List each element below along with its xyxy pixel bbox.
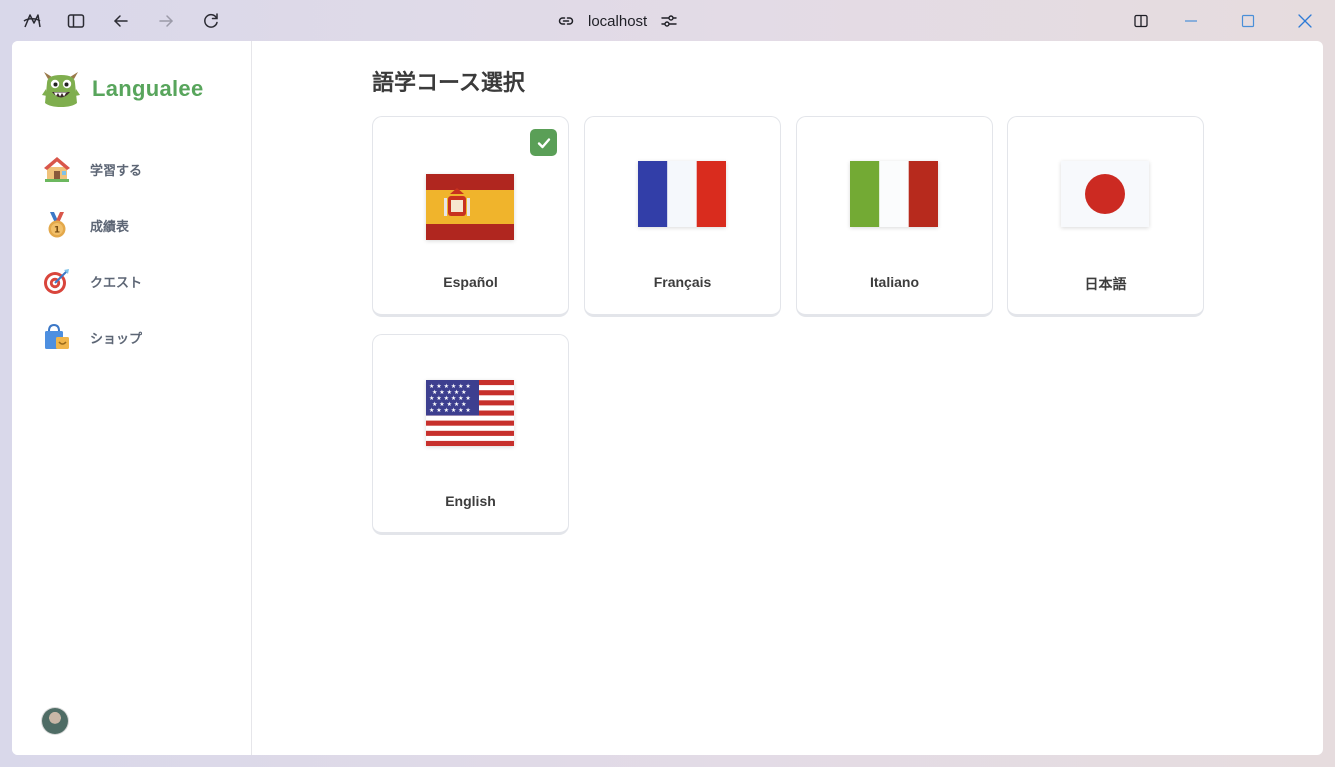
course-card-french[interactable]: Français <box>584 116 781 317</box>
sidebar-item-learn[interactable]: 学習する <box>42 141 232 197</box>
link-icon <box>556 11 576 31</box>
france-flag-icon <box>638 161 726 227</box>
browser-logo-icon[interactable] <box>20 9 44 33</box>
brand[interactable]: Langualee <box>42 69 204 109</box>
avatar[interactable] <box>42 708 68 734</box>
svg-text:1: 1 <box>54 226 60 236</box>
url-text[interactable]: localhost <box>588 13 647 30</box>
shopping-bag-icon <box>42 322 72 352</box>
house-icon <box>42 154 72 184</box>
course-label: Français <box>653 274 712 290</box>
minimize-icon[interactable] <box>1179 9 1203 33</box>
course-card-italian[interactable]: Italiano <box>796 116 993 317</box>
course-label: 日本語 <box>1084 276 1127 292</box>
sidebar-toggle-icon[interactable] <box>64 9 88 33</box>
site-settings-icon[interactable] <box>659 11 679 31</box>
course-card-english[interactable]: ★ ★ ★ ★ ★ ★ ★ ★ ★ ★ ★ ★ ★ ★ ★ ★ ★ ★ ★ ★ … <box>372 334 569 535</box>
medal-icon: 1 <box>42 210 72 240</box>
brand-name: Langualee <box>92 76 204 101</box>
italy-flag-icon <box>850 161 938 227</box>
app-window: Langualee 学習する 1 成績表 クエスト ショップ 語学コース選択 E… <box>12 41 1323 755</box>
course-label: Español <box>443 274 498 290</box>
reload-icon[interactable] <box>199 9 223 33</box>
forward-arrow-icon[interactable] <box>154 9 178 33</box>
browser-titlebar: localhost <box>0 0 1335 42</box>
split-view-icon[interactable] <box>1129 9 1153 33</box>
course-card-spanish[interactable]: Español <box>372 116 569 317</box>
japan-flag-icon <box>1061 161 1149 227</box>
maximize-icon[interactable] <box>1236 9 1260 33</box>
usa-flag-icon: ★ ★ ★ ★ ★ ★ ★ ★ ★ ★ ★ ★ ★ ★ ★ ★ ★ ★ ★ ★ … <box>426 380 514 446</box>
close-icon[interactable] <box>1293 9 1317 33</box>
sidebar-item-label: 成績表 <box>90 218 130 234</box>
sidebar-item-label: クエスト <box>90 274 143 290</box>
sidebar-item-quests[interactable]: クエスト <box>42 253 232 309</box>
checkmark-icon <box>530 129 557 156</box>
sidebar-item-label: ショップ <box>90 330 143 346</box>
sidebar-item-shop[interactable]: ショップ <box>42 309 232 365</box>
sidebar-item-leaderboard[interactable]: 1 成績表 <box>42 197 232 253</box>
monster-logo-icon <box>42 72 80 107</box>
course-label: Italiano <box>869 274 919 290</box>
main-content: 語学コース選択 Español Français Italiano 日本語 ★ … <box>252 41 1323 755</box>
target-icon <box>42 266 72 296</box>
sidebar-nav: 学習する 1 成績表 クエスト ショップ <box>42 141 232 365</box>
svg-text:★ ★ ★ ★ ★ ★: ★ ★ ★ ★ ★ ★ <box>429 407 471 414</box>
page-title: 語学コース選択 <box>372 70 525 95</box>
address-bar[interactable]: localhost <box>556 7 706 35</box>
sidebar: Langualee 学習する 1 成績表 クエスト ショップ <box>12 41 252 755</box>
sidebar-item-label: 学習する <box>90 162 143 178</box>
spain-flag-icon <box>426 174 514 240</box>
course-label: English <box>445 493 496 509</box>
course-card-japanese[interactable]: 日本語 <box>1007 116 1204 317</box>
back-arrow-icon[interactable] <box>109 9 133 33</box>
